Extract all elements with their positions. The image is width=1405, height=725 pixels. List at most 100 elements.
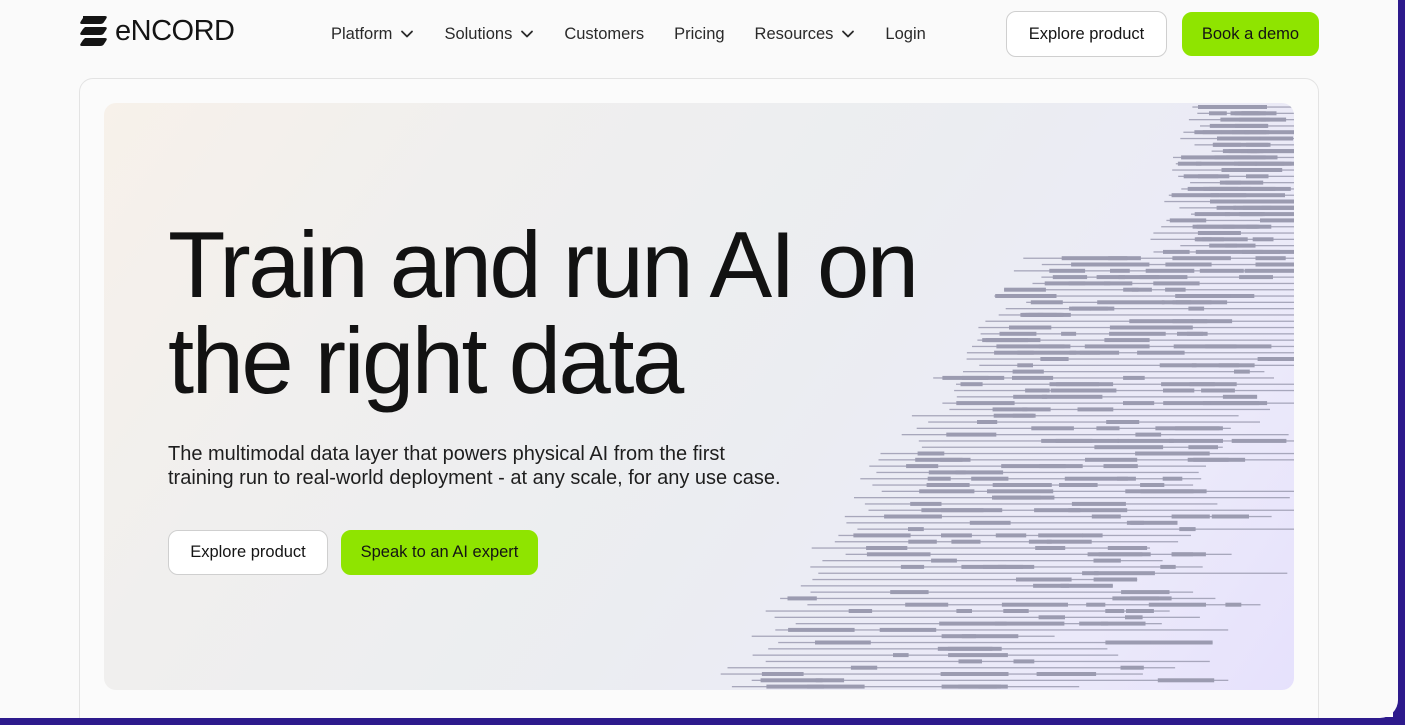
illustration-line — [868, 508, 1294, 513]
logo-wordmark: eNCORD — [115, 15, 235, 47]
illustration-line — [928, 420, 1260, 424]
illustration-line — [1013, 268, 1294, 273]
illustration-line — [812, 577, 1138, 582]
illustration-line — [1200, 123, 1294, 128]
encord-logo-icon — [80, 16, 107, 46]
illustration-line — [751, 678, 1229, 683]
illustration-line — [1194, 142, 1294, 147]
nav-platform[interactable]: Platform — [331, 25, 414, 44]
illustration-line — [844, 514, 1272, 519]
illustration-line — [1023, 256, 1294, 261]
illustration-line — [780, 596, 1216, 601]
illustration-line — [1005, 306, 1294, 311]
illustration-line — [846, 520, 1178, 525]
illustration-line — [918, 438, 1294, 443]
subtext-line-2: training run to real-world deployment - … — [168, 467, 781, 489]
nav-customers-label: Customers — [564, 24, 645, 43]
illustration-line — [966, 350, 1294, 355]
illustration-line — [864, 501, 1218, 506]
illustration-line — [1041, 262, 1294, 267]
illustration-line — [845, 552, 1232, 557]
window-frame-bottom — [0, 717, 1405, 725]
illustration-line — [810, 590, 1194, 595]
hero-section: Train and run AI on the right data The m… — [104, 103, 1294, 690]
illustration-line — [911, 413, 1239, 418]
illustration-line — [956, 394, 1258, 399]
hero-explore-product-button[interactable]: Explore product — [168, 530, 328, 575]
illustration-line — [956, 382, 1294, 387]
illustration-line — [872, 483, 1194, 487]
nav-pricing-label: Pricing — [674, 24, 725, 43]
illustration-line — [1179, 205, 1294, 210]
headline-line-2: the right data — [168, 308, 684, 413]
illustration-line — [963, 369, 1265, 374]
illustration-line — [1180, 243, 1294, 248]
illustration-line — [1004, 287, 1294, 292]
illustration-line — [1175, 161, 1294, 166]
nav-resources[interactable]: Resources — [755, 25, 856, 44]
illustration-line — [752, 653, 1119, 658]
illustration-line — [876, 470, 1199, 475]
illustration-line — [818, 571, 1288, 576]
illustration-line — [1192, 105, 1294, 109]
nav-solutions[interactable]: Solutions — [444, 25, 534, 44]
nav-login-label: Login — [885, 24, 926, 43]
book-demo-button[interactable]: Book a demo — [1182, 12, 1319, 56]
illustration-line — [949, 407, 1270, 412]
illustration-line — [1188, 117, 1294, 122]
illustration-line — [1191, 212, 1294, 217]
illustration-line — [869, 464, 1206, 469]
illustration-line — [1164, 199, 1294, 204]
illustration-line — [1183, 130, 1294, 135]
illustration-line — [1172, 168, 1294, 172]
illustration-line — [978, 325, 1294, 330]
illustration-line — [1041, 275, 1294, 280]
illustration-line — [838, 533, 1191, 538]
illustration-line — [720, 672, 1143, 676]
illustration-line — [966, 357, 1294, 361]
encord-logo[interactable]: eNCORD — [79, 14, 235, 48]
illustration-line — [1197, 111, 1294, 116]
illustration-line — [980, 331, 1294, 336]
illustration-line — [1190, 180, 1294, 185]
illustration-line — [921, 445, 1223, 450]
illustration-line — [727, 665, 1176, 670]
illustration-line — [916, 426, 1231, 431]
main-nav: Platform Solutions Customers Pricing Res… — [331, 20, 956, 48]
nav-solutions-label: Solutions — [444, 24, 513, 43]
hero-headline: Train and run AI on the right data — [168, 217, 988, 409]
illustration-line — [1173, 155, 1294, 160]
illustration-line — [1150, 237, 1294, 242]
illustration-line — [942, 401, 1294, 406]
chevron-down-icon — [521, 30, 534, 38]
illustration-line — [998, 312, 1294, 317]
page: eNCORD Platform Solutions Customers Pric… — [0, 0, 1398, 718]
illustration-line — [1161, 224, 1294, 229]
illustration-line — [795, 621, 1162, 626]
illustration-line — [800, 583, 1113, 588]
chevron-down-icon — [401, 30, 414, 38]
illustration-line — [1178, 174, 1294, 179]
speak-to-expert-button[interactable]: Speak to an AI expert — [341, 530, 538, 575]
illustration-line — [860, 476, 1202, 481]
nav-login[interactable]: Login — [885, 25, 925, 44]
illustration-line — [1032, 281, 1294, 286]
hero-subtext: The multimodal data layer that powers ph… — [168, 442, 848, 490]
illustration-line — [1181, 186, 1294, 191]
header-explore-product-button[interactable]: Explore product — [1006, 11, 1167, 57]
illustration-line — [765, 659, 1210, 664]
nav-customers[interactable]: Customers — [564, 25, 644, 44]
nav-platform-label: Platform — [331, 24, 393, 43]
illustration-line — [807, 602, 1261, 607]
illustration-line — [901, 432, 1289, 437]
illustration-line — [822, 558, 1163, 563]
illustration-line — [775, 627, 1229, 632]
illustration-line — [1153, 249, 1294, 254]
illustration-line — [1180, 136, 1294, 141]
subtext-line-1: The multimodal data layer that powers ph… — [168, 443, 725, 465]
illustration-line — [880, 451, 1294, 456]
illustration-line — [774, 615, 1200, 620]
nav-pricing[interactable]: Pricing — [674, 25, 724, 44]
illustration-line — [979, 363, 1294, 368]
illustration-line — [857, 527, 1294, 532]
